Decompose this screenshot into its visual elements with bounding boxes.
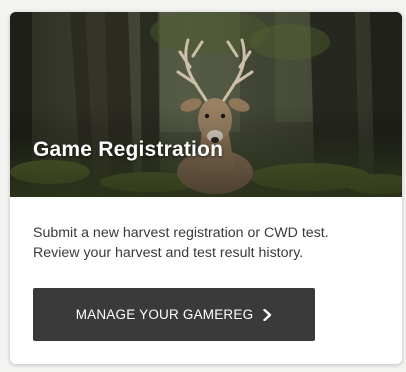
card-title: Game Registration [33,138,224,161]
chevron-right-icon [263,308,272,321]
card-description: Submit a new harvest registration or CWD… [33,223,393,263]
manage-gamereg-button-label: MANAGE YOUR GAMEREG [75,307,254,322]
deer-forest-photo [10,12,402,197]
description-line-1: Submit a new harvest registration or CWD… [33,225,329,241]
manage-gamereg-button[interactable]: MANAGE YOUR GAMEREG [33,288,315,341]
description-line-2: Review your harvest and test result hist… [33,245,304,261]
game-registration-card: Game Registration Submit a new harvest r… [10,12,402,364]
hero-image: Game Registration [10,12,402,197]
